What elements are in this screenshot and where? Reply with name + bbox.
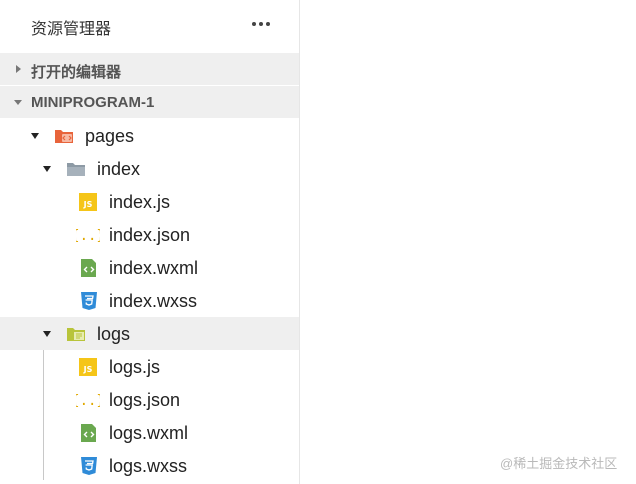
section-label: 打开的编辑器 xyxy=(31,64,122,81)
tree-folder-index[interactable]: index xyxy=(0,152,299,185)
svg-text:{..}: {..} xyxy=(76,228,100,244)
tree-label: index.wxss xyxy=(109,291,198,311)
css-file-icon xyxy=(79,456,99,476)
tree-file-logs-wxml[interactable]: logs.wxml xyxy=(0,416,299,449)
tree-file-index-wxss[interactable]: index.wxss xyxy=(0,284,299,317)
tree-label: logs.wxss xyxy=(109,456,188,476)
tree-file-index-js[interactable]: JS index.js xyxy=(0,185,299,218)
chevron-down-icon xyxy=(29,119,41,152)
chevron-down-icon xyxy=(12,86,24,118)
explorer-title: 资源管理器 xyxy=(31,21,112,38)
tree-label: logs xyxy=(97,324,131,344)
tree-label: logs.wxml xyxy=(109,423,189,443)
watermark: @稀土掘金技术社区 xyxy=(500,456,618,471)
pages-folder-icon xyxy=(54,126,74,146)
tree-folder-logs[interactable]: logs xyxy=(0,317,299,350)
js-file-icon: JS xyxy=(78,357,98,377)
css-file-icon xyxy=(79,291,99,311)
chevron-right-icon xyxy=(12,53,24,85)
section-label: MINIPROGRAM-1 xyxy=(31,94,155,111)
svg-text:{..}: {..} xyxy=(76,393,100,409)
tree-file-logs-json[interactable]: {..} logs.json xyxy=(0,383,299,416)
tree-file-logs-js[interactable]: JS logs.js xyxy=(0,350,299,383)
json-file-icon: {..} xyxy=(76,225,100,245)
explorer-header: 资源管理器 xyxy=(0,0,300,52)
tree-label: index.json xyxy=(109,225,191,245)
more-horizontal-icon[interactable] xyxy=(248,12,274,36)
tree-file-index-wxml[interactable]: index.wxml xyxy=(0,251,299,284)
tree-folder-pages[interactable]: pages xyxy=(0,119,299,152)
chevron-down-icon xyxy=(41,317,53,350)
wxml-file-icon xyxy=(79,423,99,443)
wxml-file-icon xyxy=(79,258,99,278)
tree-file-index-json[interactable]: {..} index.json xyxy=(0,218,299,251)
tree-file-logs-wxss[interactable]: logs.wxss xyxy=(0,449,299,482)
json-file-icon: {..} xyxy=(76,390,100,410)
svg-text:JS: JS xyxy=(83,365,93,374)
tree-label: index xyxy=(97,159,141,179)
explorer-panel: 资源管理器 打开的编辑器 MINIPROGRAM-1 pages index J… xyxy=(0,0,300,484)
svg-text:JS: JS xyxy=(83,200,93,209)
chevron-down-icon xyxy=(41,152,53,185)
js-file-icon: JS xyxy=(78,192,98,212)
tree-label: logs.json xyxy=(109,390,181,410)
section-project[interactable]: MINIPROGRAM-1 xyxy=(0,86,299,118)
folder-icon xyxy=(66,159,86,179)
logs-folder-icon xyxy=(66,324,86,344)
tree-label: index.wxml xyxy=(109,258,199,278)
tree-label: pages xyxy=(85,126,135,146)
tree-label: index.js xyxy=(109,192,171,212)
tree-label: logs.js xyxy=(109,357,161,377)
section-open-editors[interactable]: 打开的编辑器 xyxy=(0,53,299,85)
